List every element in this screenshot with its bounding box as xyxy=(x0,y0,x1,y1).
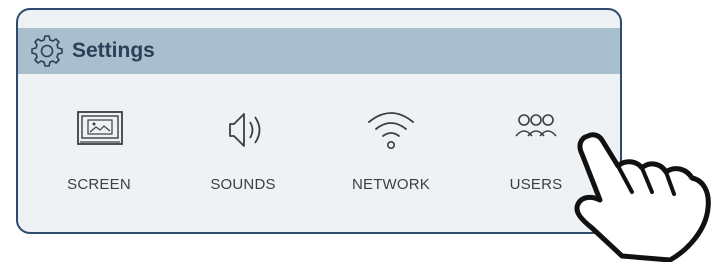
wifi-icon xyxy=(368,112,414,149)
network-label: NETWORK xyxy=(351,176,431,193)
gear-icon xyxy=(31,35,63,67)
speaker-icon xyxy=(229,113,261,147)
pointing-hand-icon xyxy=(574,132,711,262)
users-icon xyxy=(515,114,557,137)
users-label: USERS xyxy=(509,176,563,193)
settings-header: Settings xyxy=(18,28,620,74)
settings-title: Settings xyxy=(72,39,155,62)
network-tile[interactable]: NETWORK xyxy=(336,102,446,212)
settings-panel: Settings SCREEN SOUNDS NETWORK USERS xyxy=(16,8,622,234)
screen-label: SCREEN xyxy=(67,176,131,193)
monitor-icon xyxy=(77,111,123,145)
sounds-tile[interactable]: SOUNDS xyxy=(188,102,298,212)
sounds-label: SOUNDS xyxy=(210,176,276,193)
screen-tile[interactable]: SCREEN xyxy=(44,102,154,212)
